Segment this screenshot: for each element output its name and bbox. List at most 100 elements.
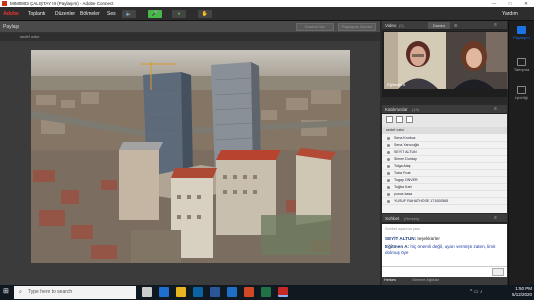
search-icon: ⌕ — [19, 289, 22, 295]
attendee-row[interactable]: YUSUF RAHATHOSE 171000565 — [382, 198, 507, 205]
person-icon — [387, 172, 390, 175]
excel-icon[interactable] — [261, 287, 271, 297]
chat-tab-all[interactable]: Herkes — [384, 278, 396, 282]
collaboration-layout-icon — [517, 86, 526, 94]
attendee-name: Sena Konbuz — [394, 136, 416, 140]
menu-duzenler[interactable]: Düzenler — [55, 10, 75, 18]
window-title: MIM0803 ÇALIŞTAY III (Paylaşım) - Adobe … — [10, 1, 114, 6]
attendees-menu-icon[interactable]: ≡ — [494, 106, 497, 112]
chat-input[interactable] — [382, 266, 507, 277]
share-pod-header: Paylaşı Kontrol Ver Paylaşımı Durdur — [0, 21, 380, 33]
layout-sharing[interactable]: Paylaşım — [509, 26, 534, 42]
attendee-row[interactable]: Sena Yarıcıoğlu — [382, 142, 507, 149]
window-titlebar: MIM0803 ÇALIŞTAY III (Paylaşım) - Adobe … — [0, 0, 534, 7]
attendee-row[interactable]: Tuğba Kart — [382, 184, 507, 191]
microphone-icon[interactable]: 🎤 — [148, 10, 162, 18]
chat-info-line: Sohbet ayarının yanı — [385, 227, 421, 231]
attendee-name: YUSUF RAHATHOSE 171000565 — [394, 199, 449, 203]
aerial-city-photo — [31, 50, 350, 263]
person-icon — [387, 193, 390, 196]
send-message-icon[interactable] — [492, 268, 504, 276]
attendee-name: Tuğba Kart — [394, 185, 412, 189]
video-pod-header: Video (2) Durdur ⚙ ≡ — [382, 21, 507, 30]
person-icon — [387, 144, 390, 147]
attendee-name: Simen Durday — [394, 157, 417, 161]
person-icon — [387, 151, 390, 154]
speaker-icon[interactable]: 🔈 — [122, 10, 136, 18]
participant-2-video — [446, 32, 507, 89]
attendee-row[interactable]: SEYİT ALTUN — [382, 149, 507, 156]
chat-sender: SEYİT ALTUN — [385, 236, 415, 241]
adobe-connect-taskbar-icon[interactable] — [278, 287, 288, 297]
chat-pod-header: Sohbet (Herkes) ≡ — [382, 214, 507, 223]
attendees-count: (14) — [412, 107, 420, 112]
menu-ses[interactable]: Ses — [107, 10, 116, 18]
taskbar-date: 5/12/2020 — [511, 292, 532, 297]
attendee-name: Sena Yarıcıoğlu — [394, 143, 420, 147]
pod-menu-icon[interactable]: ≡ — [494, 22, 497, 28]
minimize-button[interactable]: — — [486, 0, 502, 7]
share-pod-title: Paylaşı — [3, 24, 20, 30]
shared-doc-bar: sedef ozkır — [0, 33, 380, 41]
grid-view-icon[interactable] — [396, 116, 403, 123]
attendee-name: Tugay ONVER — [394, 178, 418, 182]
video-stop-button[interactable]: Durdur — [428, 22, 450, 29]
person-icon — [387, 200, 390, 203]
close-button[interactable]: ✕ — [518, 0, 534, 7]
layout-label: İşbirliği — [515, 95, 528, 100]
taskbar-search[interactable]: Type here to search — [14, 286, 136, 299]
maximize-button[interactable]: □ — [502, 0, 518, 7]
system-tray-icons[interactable]: ^ ▭ ♪ — [470, 289, 482, 295]
word-icon[interactable] — [210, 287, 220, 297]
attendee-name: SEYİT ALTUN — [394, 150, 417, 154]
attendee-row[interactable]: yunus kasa — [382, 191, 507, 198]
status-icon[interactable]: ✋ — [198, 10, 212, 18]
shared-image — [31, 50, 350, 263]
edge-icon[interactable] — [159, 287, 169, 297]
powerpoint-icon[interactable] — [244, 287, 254, 297]
attendee-row[interactable]: Tugay ONVER — [382, 177, 507, 184]
discussion-layout-icon — [517, 58, 526, 66]
attendee-name: Tuba Fırat — [394, 171, 411, 175]
menu-toplanti[interactable]: Toplantı — [28, 10, 46, 18]
video-settings-icon[interactable]: ⚙ — [454, 23, 458, 28]
layout-discussion[interactable]: Tartışma — [509, 58, 534, 74]
participant-1-label: Eğitmen A — [387, 82, 406, 87]
webcam-icon[interactable]: ● — [172, 10, 186, 18]
status-view-icon[interactable] — [406, 116, 413, 123]
menubar: Adobe Toplantı Düzenler Bölmeler Ses 🔈 🎤… — [0, 7, 534, 21]
video-pod-count: (2) — [399, 23, 404, 28]
attendees-pod-header: Katılımcılar (14) ≡ — [382, 105, 507, 114]
attendee-row[interactable]: Simen Durday — [382, 156, 507, 163]
app-icon — [2, 1, 7, 6]
stop-sharing-button[interactable]: Paylaşımı Durdur — [338, 23, 376, 31]
attendee-row[interactable]: Tolga Ataş — [382, 163, 507, 170]
windows-start-icon[interactable]: ⊞ — [3, 288, 9, 296]
file-explorer-icon[interactable] — [176, 287, 186, 297]
attendee-row[interactable]: Tuba Fırat — [382, 170, 507, 177]
store-icon[interactable] — [227, 287, 237, 297]
video-tile-1[interactable]: Eğitmen A — [384, 32, 446, 89]
list-view-icon[interactable] — [386, 116, 393, 123]
chat-menu-icon[interactable]: ≡ — [494, 215, 497, 221]
attendee-name: yunus kasa — [394, 192, 413, 196]
sharing-layout-icon — [517, 26, 526, 34]
chat-message: SEYİT ALTUN: teşekkürler — [385, 236, 440, 241]
attendee-name: Tolga Ataş — [394, 164, 411, 168]
chat-tab-hosts[interactable]: Gemme Ağlıklar — [412, 278, 439, 282]
attendee-row[interactable]: Sena Konbuz — [382, 135, 507, 142]
menu-bolmeler[interactable]: Bölmeler — [80, 10, 100, 18]
give-control-button[interactable]: Kontrol Ver — [296, 23, 334, 31]
chat-message: Eğitmen A: hiç önemli değil, uyarı vermi… — [385, 244, 496, 255]
layout-collaboration[interactable]: İşbirliği — [509, 86, 534, 102]
person-icon — [387, 165, 390, 168]
help-menu[interactable]: Yardım — [502, 10, 518, 18]
task-view-icon[interactable] — [142, 287, 152, 297]
chat-text: teşekkürler — [417, 236, 440, 241]
participant-1-video — [384, 32, 446, 89]
mail-icon[interactable] — [193, 287, 203, 297]
shared-doc-name: sedef ozkır — [20, 34, 40, 39]
video-tile-2[interactable] — [446, 32, 508, 89]
chat-pod-scope: (Herkes) — [404, 216, 420, 221]
chat-sender: Eğitmen A — [385, 244, 408, 249]
